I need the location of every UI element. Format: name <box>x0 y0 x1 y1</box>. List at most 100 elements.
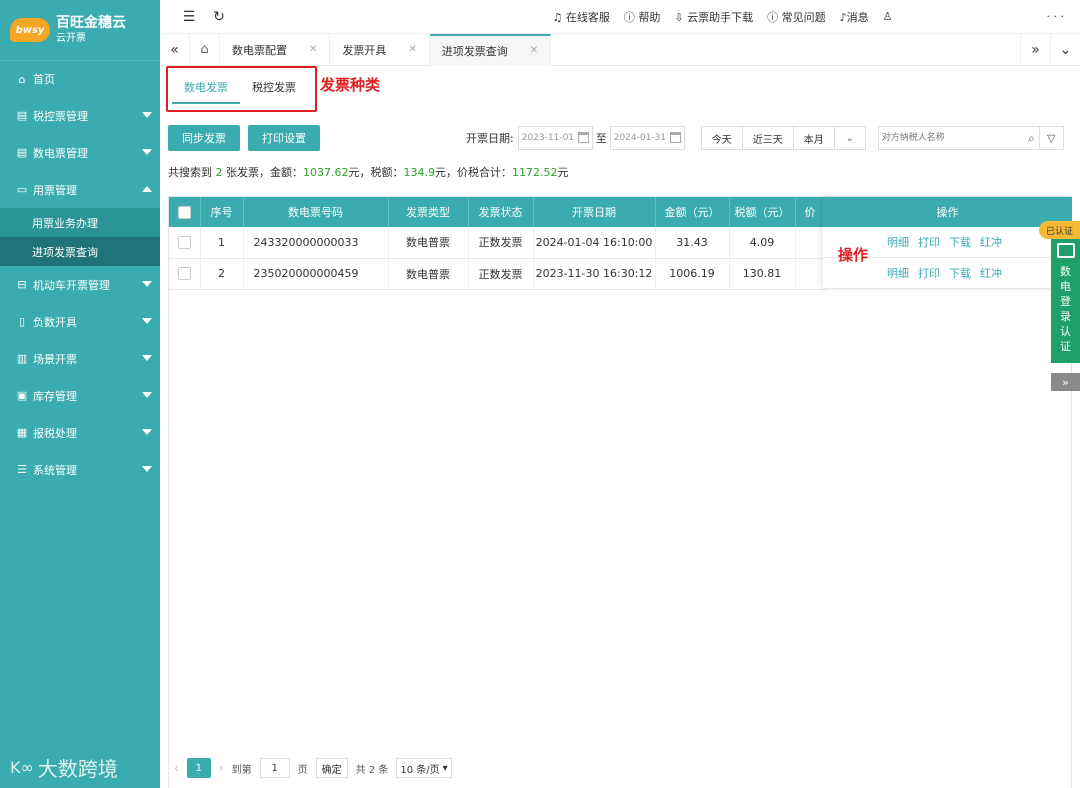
sidebar-item-tax-control[interactable]: ▤ 税控票管理 <box>0 97 160 134</box>
search-box: ⌕ ▽ <box>877 126 1064 150</box>
sidebar-item-negative[interactable]: ▯ 负数开具 <box>0 303 160 340</box>
start-date-input[interactable]: 2023-11-01 <box>517 126 593 150</box>
caret-down-icon <box>142 318 152 324</box>
sidebar-item-label: 机动车开票管理 <box>33 278 110 292</box>
summary-amount: 1037.62 <box>303 166 349 179</box>
col-header-total: 价 <box>795 197 826 227</box>
summary-count: 2 <box>215 166 223 179</box>
red-reverse-link[interactable]: 红冲 <box>980 265 1002 281</box>
select-all-checkbox[interactable] <box>169 197 201 227</box>
headset-icon: ♫ <box>552 10 563 24</box>
tab-label: 数电票配置 <box>232 43 287 57</box>
tabs-scroll-right-icon[interactable]: » <box>1020 33 1050 66</box>
tab-input-invoice-query[interactable]: 进项发票查询 ✕ <box>429 33 552 66</box>
calendar-icon <box>669 132 681 143</box>
caret-down-icon <box>142 112 152 118</box>
print-link[interactable]: 打印 <box>918 234 940 250</box>
row-checkbox[interactable] <box>169 227 201 259</box>
range-this-month-button[interactable]: 本月 <box>794 127 835 149</box>
range-three-days-button[interactable]: 近三天 <box>743 127 794 149</box>
auth-widget[interactable]: 已认证 数电登录认证 <box>1039 221 1080 363</box>
detail-link[interactable]: 明细 <box>887 234 909 250</box>
cell-invoice-type: 数电普票 <box>388 258 469 290</box>
invoice-icon: ▤ <box>16 146 28 159</box>
sidebar-item-system[interactable]: ☰ 系统管理 <box>0 451 160 488</box>
next-page-icon[interactable]: › <box>219 761 224 775</box>
sidebar-item-home[interactable]: ⌂ 首页 <box>0 60 160 97</box>
close-icon[interactable]: ✕ <box>408 44 416 55</box>
cell-amount: 31.43 <box>655 227 730 259</box>
print-settings-button[interactable]: 打印设置 <box>248 125 320 151</box>
faq-link[interactable]: ⓘ 常见问题 <box>767 9 826 25</box>
assistant-download-link[interactable]: ⇩ 云票助手下载 <box>674 9 753 25</box>
sidebar: bwsy 百旺金穗云 云开票 ⌂ 首页 ▤ 税控票管理 ▤ 数电票管理 ▭ 用票… <box>0 0 160 788</box>
sidebar-subitem-input-invoice-query[interactable]: 进项发票查询 <box>0 237 160 266</box>
print-link[interactable]: 打印 <box>918 265 940 281</box>
date-label: 开票日期: <box>466 132 514 145</box>
cell-issue-date: 2024-01-04 16:10:00 <box>533 227 656 259</box>
doc-icon: ▯ <box>18 315 26 328</box>
close-icon[interactable]: ✕ <box>309 44 317 55</box>
page-size-select[interactable]: 10 条/页 ▾ <box>396 758 452 778</box>
box-icon: ▣ <box>16 389 28 402</box>
watermark: K∞ 大数跨境 <box>10 753 118 782</box>
more-menu[interactable]: · · · <box>1047 10 1064 23</box>
chevron-down-icon[interactable]: ⌄ <box>835 127 865 149</box>
user-icon[interactable]: ♙ <box>883 10 893 23</box>
tabs-scroll-left-icon[interactable]: « <box>160 33 190 66</box>
sidebar-item-vehicle[interactable]: ⊟ 机动车开票管理 <box>0 266 160 303</box>
end-date-input[interactable]: 2024-01-31 <box>609 126 685 150</box>
sidebar-item-inventory[interactable]: ▣ 库存管理 <box>0 377 160 414</box>
sidebar-item-label: 库存管理 <box>33 389 77 403</box>
tab-digital-invoice-config[interactable]: 数电票配置 ✕ <box>220 33 331 66</box>
cell-tax: 4.09 <box>729 227 796 259</box>
expand-widget-icon[interactable]: » <box>1051 373 1080 391</box>
home-tab-icon[interactable]: ⌂ <box>190 33 220 66</box>
download-link[interactable]: 下载 <box>949 265 971 281</box>
sidebar-subitem-ticket-business[interactable]: 用票业务办理 <box>0 208 160 237</box>
sidebar-item-scene[interactable]: ▥ 场景开票 <box>0 340 160 377</box>
watermark-logo-icon: K∞ <box>10 758 34 777</box>
certified-badge: 已认证 <box>1039 221 1080 239</box>
search-input[interactable] <box>878 128 1039 148</box>
refresh-icon[interactable]: ↻ <box>204 9 234 25</box>
summary-tax: 134.9 <box>403 166 436 179</box>
digital-login-auth-button[interactable]: 数电登录认证 <box>1051 239 1080 363</box>
pagination: ‹ 1 › 到第 1 页 确定 共 2 条 10 条/页 ▾ <box>174 758 452 778</box>
goto-page-input[interactable]: 1 <box>259 758 290 778</box>
total-count: 共 2 条 <box>355 764 389 776</box>
table-row: 1 243320000000033 数电普票 正数发票 2024-01-04 1… <box>169 227 826 259</box>
messages-link[interactable]: ♪消息 <box>840 9 869 25</box>
sidebar-item-digital-invoice[interactable]: ▤ 数电票管理 <box>0 134 160 171</box>
range-today-button[interactable]: 今天 <box>702 127 743 149</box>
goto-confirm-button[interactable]: 确定 <box>315 758 348 778</box>
prev-page-icon[interactable]: ‹ <box>174 761 179 775</box>
page-number-current[interactable]: 1 <box>186 758 211 778</box>
cell-invoice-status: 正数发票 <box>468 227 534 259</box>
search-icon[interactable]: ⌕ <box>1028 131 1035 146</box>
tabs-dropdown-icon[interactable]: ⌄ <box>1050 33 1080 66</box>
sync-invoice-button[interactable]: 同步发票 <box>168 125 240 151</box>
sidebar-item-tax-filing[interactable]: ▦ 报税处理 <box>0 414 160 451</box>
sidebar-item-label: 首页 <box>33 73 55 86</box>
col-header-issue-date: 开票日期 <box>533 197 656 227</box>
red-reverse-link[interactable]: 红冲 <box>980 234 1002 250</box>
caret-down-icon <box>142 149 152 155</box>
col-header-amount: 金额（元） <box>655 197 730 227</box>
sidebar-item-label: 场景开票 <box>33 352 77 366</box>
question-icon: ⓘ <box>623 10 635 24</box>
filter-icon[interactable]: ▽ <box>1038 127 1063 149</box>
download-link[interactable]: 下载 <box>949 234 971 250</box>
online-service-link[interactable]: ♫ 在线客服 <box>553 9 610 25</box>
home-icon: ⌂ <box>18 72 26 86</box>
brand-logo[interactable]: bwsy 百旺金穗云 云开票 <box>0 0 160 60</box>
help-link[interactable]: ⓘ 帮助 <box>624 9 661 25</box>
collapse-menu-icon[interactable]: ☰ <box>174 9 204 25</box>
close-icon[interactable]: ✕ <box>530 45 538 56</box>
chevron-down-icon: ▾ <box>442 762 448 774</box>
topbar: ☰ ↻ ♫ 在线客服 ⓘ 帮助 ⇩ 云票助手下载 ⓘ 常见问题 ♪消息 ♙ · … <box>160 0 1080 34</box>
sidebar-item-ticket-usage[interactable]: ▭ 用票管理 <box>0 171 160 208</box>
detail-link[interactable]: 明细 <box>887 265 909 281</box>
tab-invoice-issue[interactable]: 发票开具 ✕ <box>330 33 430 66</box>
row-checkbox[interactable] <box>169 258 201 290</box>
